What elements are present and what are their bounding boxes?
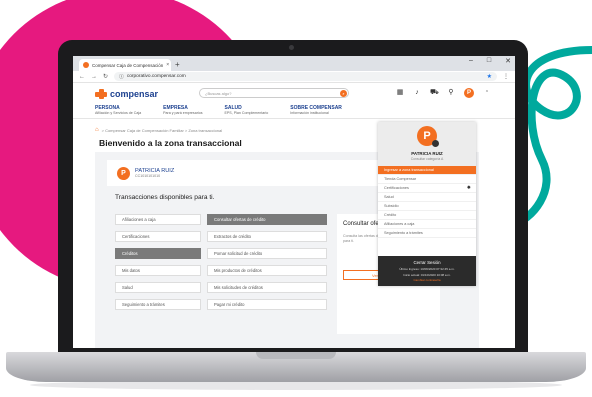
laptop-base xyxy=(6,352,586,382)
home-icon[interactable]: ⌂ xyxy=(95,127,99,133)
main-nav: PERSONA Afiliación y Servicios de Caja EM… xyxy=(73,105,515,119)
webcam xyxy=(289,45,294,50)
compensar-logo[interactable]: compensar xyxy=(95,89,158,99)
last-login-text: Último Ingreso: 10/06/2020 07:32:45 a.m. xyxy=(399,267,455,271)
menu-item-tienda[interactable]: Tienda Compensar xyxy=(378,175,476,184)
url-text: corporativo.compensar.com xyxy=(126,74,186,79)
nav-item-sub: EPS, Plan Complementario xyxy=(224,111,269,115)
close-window-button[interactable]: ✕ xyxy=(505,57,511,65)
browser-tabbar: Compensar Caja de Compensación × + – □ ✕ xyxy=(73,56,515,71)
user-id: CC1010101010 xyxy=(135,174,161,178)
session-start-text: Inicio actual: 01/10/2020 10:08 a.m. xyxy=(403,273,451,277)
nav-item-sobre-compensar[interactable]: SOBRE COMPENSAR Información institucional xyxy=(290,105,342,118)
logout-button[interactable]: Cerrar Sesión xyxy=(378,260,476,265)
breadcrumb-text[interactable]: > Compensar Caja de Compensación Familia… xyxy=(102,128,223,133)
menu-item-salud[interactable]: Salud xyxy=(378,193,476,202)
search-icon[interactable]: ⌕ xyxy=(340,90,347,97)
address-bar-row: ← → ↻ ⓘ corporativo.compensar.com ★ ⋮ xyxy=(73,71,515,83)
gear-icon[interactable]: ✹ xyxy=(467,185,471,191)
favicon-icon xyxy=(83,62,89,68)
new-tab-button[interactable]: + xyxy=(175,59,180,71)
mid-button-extractos[interactable]: Extractos de crédito xyxy=(207,231,327,242)
tab-title: Compensar Caja de Compensación xyxy=(92,62,164,68)
menu-item-certificaciones[interactable]: Certificaciones ✹ xyxy=(378,184,476,193)
left-button-certificaciones[interactable]: Certificaciones xyxy=(115,231,201,242)
cart-icon[interactable]: ⛟ xyxy=(430,89,439,97)
dropdown-profile: P PATRICIA RUIZ Consultar categoría A xyxy=(378,122,476,166)
location-icon[interactable]: ⚲ xyxy=(447,89,455,97)
header-icons: ▦ ♪ ⛟ ⚲ P ⌃ xyxy=(396,88,491,98)
close-tab-icon[interactable]: × xyxy=(166,62,169,68)
maximize-button[interactable]: □ xyxy=(487,57,491,65)
dropdown-user-category: Consultar categoría A xyxy=(410,157,444,161)
dropdown-avatar[interactable]: P xyxy=(417,126,439,147)
nav-item-sub: Información institucional xyxy=(290,111,329,115)
left-button-afiliaciones[interactable]: Afiliaciones a caja xyxy=(115,214,201,225)
calendar-icon[interactable]: ▦ xyxy=(396,89,404,97)
logo-text: compensar xyxy=(110,89,159,99)
camera-icon[interactable] xyxy=(432,140,439,147)
dropdown-user-name: PATRICIA RUIZ xyxy=(411,151,443,156)
logo-mark-icon xyxy=(95,89,107,99)
left-button-seguimiento[interactable]: Seguimiento a trámites xyxy=(115,299,201,310)
mid-button-solicitud[interactable]: Pomar solicitud de crédito xyxy=(207,248,327,259)
left-button-creditos[interactable]: Créditos xyxy=(115,248,201,259)
mid-button-consultar-ofertas[interactable]: Consultar ofertas de crédito xyxy=(207,214,327,225)
change-password-link[interactable]: Cambiar contraseña xyxy=(378,278,476,282)
minimize-button[interactable]: – xyxy=(469,57,473,65)
dropdown-avatar-letter: P xyxy=(423,130,431,142)
menu-item-label: Certificaciones xyxy=(384,186,409,190)
reload-icon[interactable]: ↻ xyxy=(103,73,108,80)
search-input[interactable]: ¿Buscas algo? ⌕ xyxy=(199,88,349,98)
window-controls: – □ ✕ xyxy=(469,57,511,65)
chevron-up-icon[interactable]: ⌃ xyxy=(483,89,491,97)
nav-item-sub: Afiliación y Servicios de Caja xyxy=(95,111,142,115)
search-placeholder: ¿Buscas algo? xyxy=(205,90,232,96)
bookmark-star-icon[interactable]: ★ xyxy=(487,73,492,80)
left-button-mis-datos[interactable]: Mis datos xyxy=(115,265,201,276)
browser-tab[interactable]: Compensar Caja de Compensación × xyxy=(79,59,171,71)
bell-icon[interactable]: ♪ xyxy=(413,89,421,97)
menu-item-zona-transaccional[interactable]: Ingresar a zona transaccional xyxy=(378,166,476,175)
address-bar[interactable]: ⓘ corporativo.compensar.com ★ xyxy=(114,72,497,81)
laptop-notch xyxy=(256,352,336,359)
info-icon: ⓘ xyxy=(119,75,124,80)
dropdown-footer: Cerrar Sesión Último Ingreso: 10/06/2020… xyxy=(378,256,476,286)
transactions-title: Transacciones disponibles para ti. xyxy=(115,194,215,201)
back-icon[interactable]: ← xyxy=(79,74,85,80)
menu-item-afiliaciones[interactable]: Afiliaciones a caja xyxy=(378,220,476,229)
nav-item-persona[interactable]: PERSONA Afiliación y Servicios de Caja xyxy=(95,105,141,118)
site-header: compensar ¿Buscas algo? ⌕ ▦ ♪ ⛟ ⚲ P ⌃ xyxy=(73,83,515,105)
laptop-screen: Compensar Caja de Compensación × + – □ ✕… xyxy=(73,56,515,348)
forward-icon[interactable]: → xyxy=(91,74,97,80)
left-button-salud[interactable]: Salud xyxy=(115,282,201,293)
menu-item-subsidio[interactable]: Subsidio xyxy=(378,202,476,211)
user-dropdown-menu: P PATRICIA RUIZ Consultar categoría A In… xyxy=(378,122,476,286)
nav-item-empresa[interactable]: EMPRESA Para y pará empresarios xyxy=(163,105,202,118)
nav-item-salud[interactable]: SALUD EPS, Plan Complementario xyxy=(225,105,269,118)
mid-button-pagar[interactable]: Pagar mi crédito xyxy=(207,299,327,310)
menu-item-seguimiento[interactable]: Seguimiento a trámites xyxy=(378,229,476,238)
mid-button-mis-solicitudes[interactable]: Mis solicitudes de créditos xyxy=(207,282,327,293)
browser-menu-icon[interactable]: ⋮ xyxy=(503,73,509,80)
user-avatar: P xyxy=(117,166,130,180)
menu-item-credito[interactable]: Crédito xyxy=(378,211,476,220)
avatar[interactable]: P xyxy=(464,88,474,98)
nav-item-sub: Para y pará empresarios xyxy=(163,111,203,115)
mid-button-mis-productos[interactable]: Mis productos de créditos xyxy=(207,265,327,276)
stage: Compensar Caja de Compensación × + – □ ✕… xyxy=(0,0,592,397)
